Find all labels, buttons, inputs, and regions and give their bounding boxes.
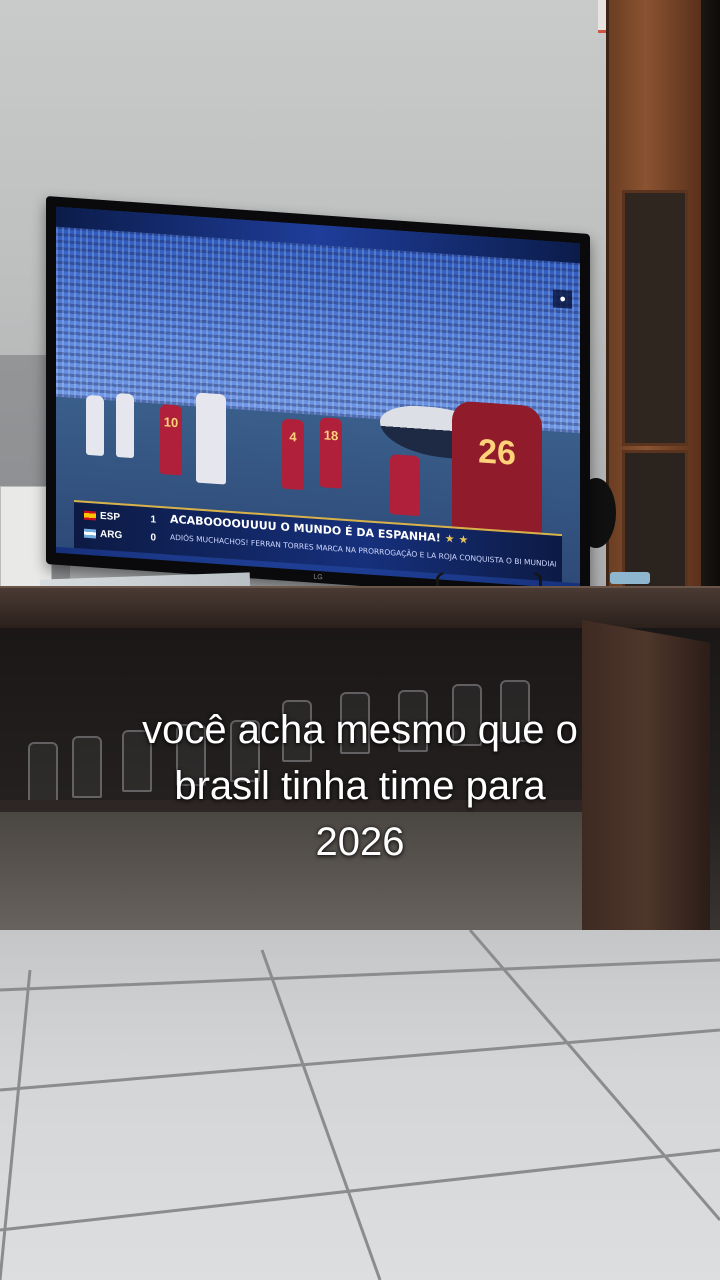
argentina-flag-icon: [84, 528, 96, 539]
jersey-number: 10: [163, 414, 179, 431]
caption-line: você acha mesmo que o: [142, 708, 578, 752]
jersey-number: 18: [323, 427, 339, 444]
remote-control: [610, 572, 650, 584]
player: 10: [160, 403, 182, 476]
player-goalkeeper: [196, 392, 226, 485]
team-code: ESP: [100, 510, 121, 524]
staff-member: [116, 392, 134, 459]
player: 18: [320, 417, 342, 489]
team-score: 0: [150, 532, 156, 544]
team-code: ARG: [100, 528, 123, 542]
player: 4: [282, 418, 304, 491]
counter-top: [0, 586, 720, 630]
tv-screen: 10 4 18 26 ● ESP 1 ARG 0 ACABOOOOUUUU O …: [56, 206, 580, 590]
caption-line: 2026: [315, 820, 405, 864]
star-icon: ★ ★: [444, 531, 469, 547]
video-caption: você acha mesmo que o brasil tinha time …: [20, 702, 700, 870]
tiled-floor: [0, 930, 720, 1280]
scoreboard: ESP 1 ARG 0: [80, 506, 160, 550]
spain-flag-icon: [84, 510, 96, 521]
jersey-number: 4: [289, 429, 297, 445]
broadcast-clock: ●: [553, 289, 572, 309]
staff-member: [86, 394, 104, 457]
tv-brand-logo: LG: [313, 573, 323, 582]
player: [390, 454, 420, 517]
television: 10 4 18 26 ● ESP 1 ARG 0 ACABOOOOUUUU O …: [46, 196, 590, 603]
player-foreground: 26: [452, 400, 542, 537]
jersey-number: 26: [478, 432, 516, 473]
team-score: 1: [150, 514, 156, 526]
photo-scene: 10 4 18 26 ● ESP 1 ARG 0 ACABOOOOUUUU O …: [0, 0, 720, 1280]
door-panel: [622, 190, 688, 446]
floor-tile-lines: [0, 930, 720, 1280]
caption-line: brasil tinha time para: [174, 764, 546, 808]
